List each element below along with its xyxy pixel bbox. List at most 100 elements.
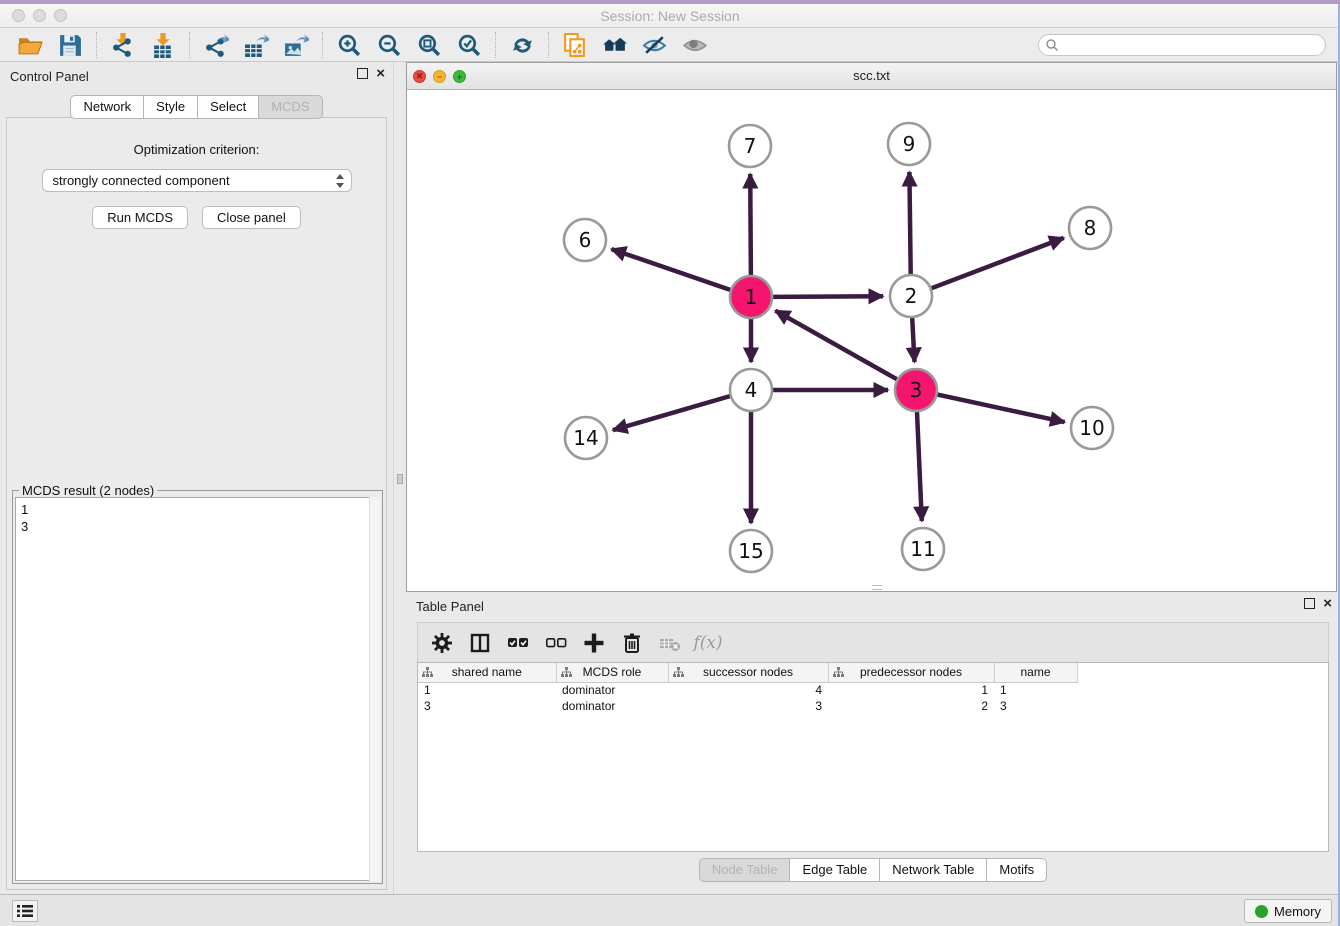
edge-2-9[interactable] (909, 172, 910, 274)
float-table-panel-icon[interactable] (1304, 598, 1315, 609)
edge-3-11[interactable] (917, 412, 922, 521)
show-column-panel-button[interactable] (464, 628, 496, 658)
splitter-grip[interactable] (397, 474, 403, 484)
column-header-predecessor-nodes[interactable]: predecessor nodes (828, 663, 994, 682)
save-session-button[interactable] (50, 30, 90, 60)
network-from-selection-button[interactable] (555, 30, 595, 60)
table-cell[interactable]: 1 (418, 682, 556, 698)
graph-node-1[interactable]: 1 (730, 276, 772, 318)
graph-node-10[interactable]: 10 (1071, 407, 1113, 449)
graph-node-14[interactable]: 14 (565, 417, 607, 459)
edge-2-8[interactable] (932, 238, 1064, 288)
column-header-shared-name[interactable]: shared name (418, 663, 556, 682)
run-mcds-button[interactable]: Run MCDS (92, 206, 188, 229)
graph-node-6[interactable]: 6 (564, 219, 606, 261)
table-cell[interactable]: 3 (668, 698, 828, 714)
column-header-successor-nodes[interactable]: successor nodes (668, 663, 828, 682)
delete-table-button (654, 628, 686, 658)
memory-status-icon (1255, 905, 1268, 918)
tab-node-table[interactable]: Node Table (699, 858, 790, 882)
column-header-MCDS-role[interactable]: MCDS role (556, 663, 668, 682)
result-scrollbar[interactable] (369, 497, 380, 881)
export-image-button[interactable] (276, 30, 316, 60)
edge-4-14[interactable] (613, 396, 730, 430)
table-panel-title: Table Panel (416, 599, 484, 614)
open-file-button[interactable] (10, 30, 50, 60)
column-header-name[interactable]: name (994, 663, 1077, 682)
export-image-icon (283, 32, 309, 58)
tab-network-table[interactable]: Network Table (879, 858, 986, 882)
mcds-result-list[interactable]: 13 (15, 497, 380, 881)
show-all-button[interactable] (675, 30, 715, 60)
export-network-button[interactable] (196, 30, 236, 60)
zoom-selected-button[interactable] (449, 30, 489, 60)
tab-style[interactable]: Style (143, 95, 197, 119)
zoom-fit-button[interactable] (409, 30, 449, 60)
memory-button[interactable]: Memory (1244, 899, 1332, 923)
close-panel-button[interactable]: Close panel (202, 206, 301, 229)
table-cell[interactable]: dominator (556, 682, 668, 698)
right-column: ✕ − + scc.txt 7968124314101511 Table Pan… (406, 62, 1340, 894)
table-cell[interactable]: 3 (418, 698, 556, 714)
table-cell[interactable]: 3 (994, 698, 1077, 714)
add-column-button[interactable] (578, 628, 610, 658)
tab-edge-table[interactable]: Edge Table (789, 858, 879, 882)
search-input[interactable] (1038, 34, 1326, 56)
graph-node-15[interactable]: 15 (730, 530, 772, 572)
tab-network[interactable]: Network (70, 95, 143, 119)
first-neighbors-icon (602, 32, 628, 58)
zoom-in-button[interactable] (329, 30, 369, 60)
network-window-titlebar[interactable]: ✕ − + scc.txt (407, 63, 1336, 90)
apply-layout-icon (509, 32, 535, 58)
network-canvas[interactable]: 7 9 6 8 1 2 4 3 14 10 15 11 (407, 90, 1336, 591)
criterion-select[interactable]: strongly connected component (42, 169, 352, 192)
edge-1-7[interactable] (750, 174, 751, 275)
network-window-title: scc.txt (407, 68, 1336, 83)
import-network-button[interactable] (103, 30, 143, 60)
edge-3-1[interactable] (775, 311, 896, 380)
graph-node-11[interactable]: 11 (902, 528, 944, 570)
hide-selected-button[interactable] (635, 30, 675, 60)
network-graph[interactable]: 7 9 6 8 1 2 4 3 14 10 15 11 (407, 90, 1336, 591)
edge-1-2[interactable] (773, 296, 883, 297)
table-cell[interactable]: 1 (994, 682, 1077, 698)
graph-node-8[interactable]: 8 (1069, 207, 1111, 249)
graph-node-2[interactable]: 2 (890, 275, 932, 317)
column-header-label: MCDS role (583, 665, 642, 679)
export-table-icon (243, 32, 269, 58)
zoom-out-button[interactable] (369, 30, 409, 60)
deselect-all-columns-button[interactable] (540, 628, 572, 658)
edge-3-10[interactable] (938, 395, 1065, 423)
export-table-button[interactable] (236, 30, 276, 60)
main-toolbar (0, 28, 1340, 62)
tab-select[interactable]: Select (197, 95, 258, 119)
delete-column-button[interactable] (616, 628, 648, 658)
graph-node-4[interactable]: 4 (730, 369, 772, 411)
edge-2-3[interactable] (912, 318, 914, 362)
graph-node-3[interactable]: 3 (895, 369, 937, 411)
node-label: 3 (910, 378, 923, 402)
select-all-columns-button[interactable] (502, 628, 534, 658)
float-panel-icon[interactable] (357, 68, 368, 79)
table-cell[interactable]: dominator (556, 698, 668, 714)
task-history-button[interactable] (12, 900, 38, 922)
network-resize-grip[interactable] (872, 585, 882, 590)
edge-1-6[interactable] (612, 249, 731, 290)
graph-node-9[interactable]: 9 (888, 123, 930, 165)
table-cell[interactable]: 1 (828, 682, 994, 698)
apply-layout-button[interactable] (502, 30, 542, 60)
tab-mcds[interactable]: MCDS (258, 95, 322, 119)
table-cell[interactable]: 2 (828, 698, 994, 714)
table-options-gear-button[interactable] (426, 628, 458, 658)
column-header-label: successor nodes (703, 665, 793, 679)
table-row[interactable]: 3dominator323 (418, 698, 1077, 714)
vertical-splitter[interactable] (393, 62, 406, 894)
close-panel-icon[interactable]: × (376, 68, 385, 79)
tab-motifs[interactable]: Motifs (986, 858, 1047, 882)
graph-node-7[interactable]: 7 (729, 125, 771, 167)
table-row[interactable]: 1dominator411 (418, 682, 1077, 698)
first-neighbors-button[interactable] (595, 30, 635, 60)
import-table-button[interactable] (143, 30, 183, 60)
table-cell[interactable]: 4 (668, 682, 828, 698)
close-table-panel-icon[interactable]: × (1323, 598, 1332, 609)
